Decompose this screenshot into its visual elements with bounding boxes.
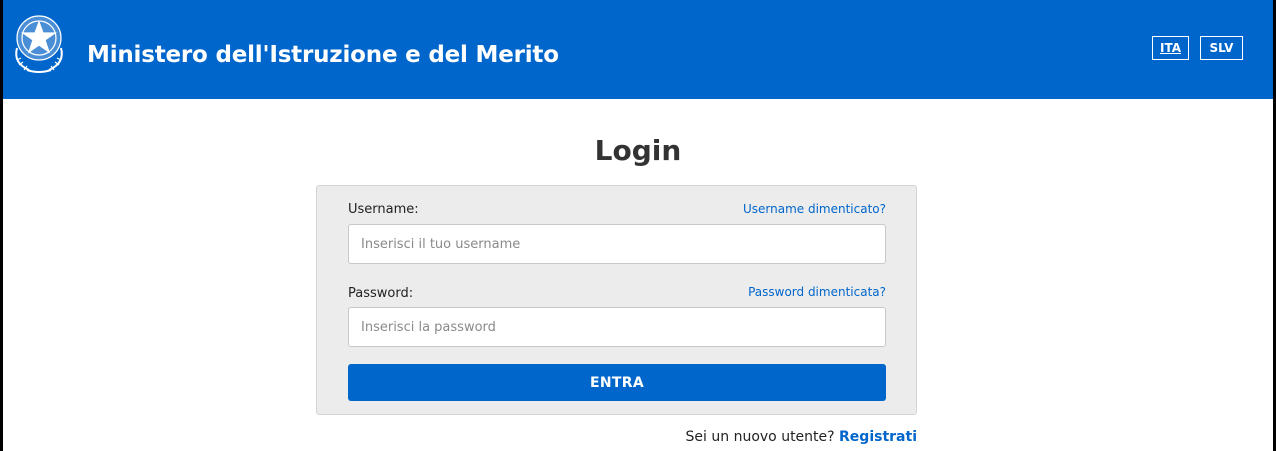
register-prompt-line: Sei un nuovo utente? Registrati (686, 429, 917, 445)
login-form: Username: Username dimenticato? Password… (316, 185, 917, 415)
forgot-password-link[interactable]: Password dimenticata? (748, 285, 886, 299)
login-submit-button[interactable]: ENTRA (348, 364, 886, 401)
register-prompt: Sei un nuovo utente? (685, 429, 835, 445)
page-title: Login (594, 134, 682, 167)
register-link[interactable]: Registrati (839, 429, 917, 445)
password-input[interactable] (348, 307, 886, 347)
username-input[interactable] (348, 224, 886, 264)
username-label: Username: (348, 202, 419, 217)
italian-republic-emblem-icon (15, 15, 63, 73)
language-slv-button[interactable]: SLV (1200, 36, 1243, 60)
app-title: Ministero dell'Istruzione e del Merito (87, 42, 559, 68)
forgot-username-link[interactable]: Username dimenticato? (743, 202, 886, 216)
language-ita-button[interactable]: ITA (1152, 36, 1189, 60)
password-label: Password: (348, 286, 414, 301)
site-header: Ministero dell'Istruzione e del Merito I… (3, 0, 1273, 99)
